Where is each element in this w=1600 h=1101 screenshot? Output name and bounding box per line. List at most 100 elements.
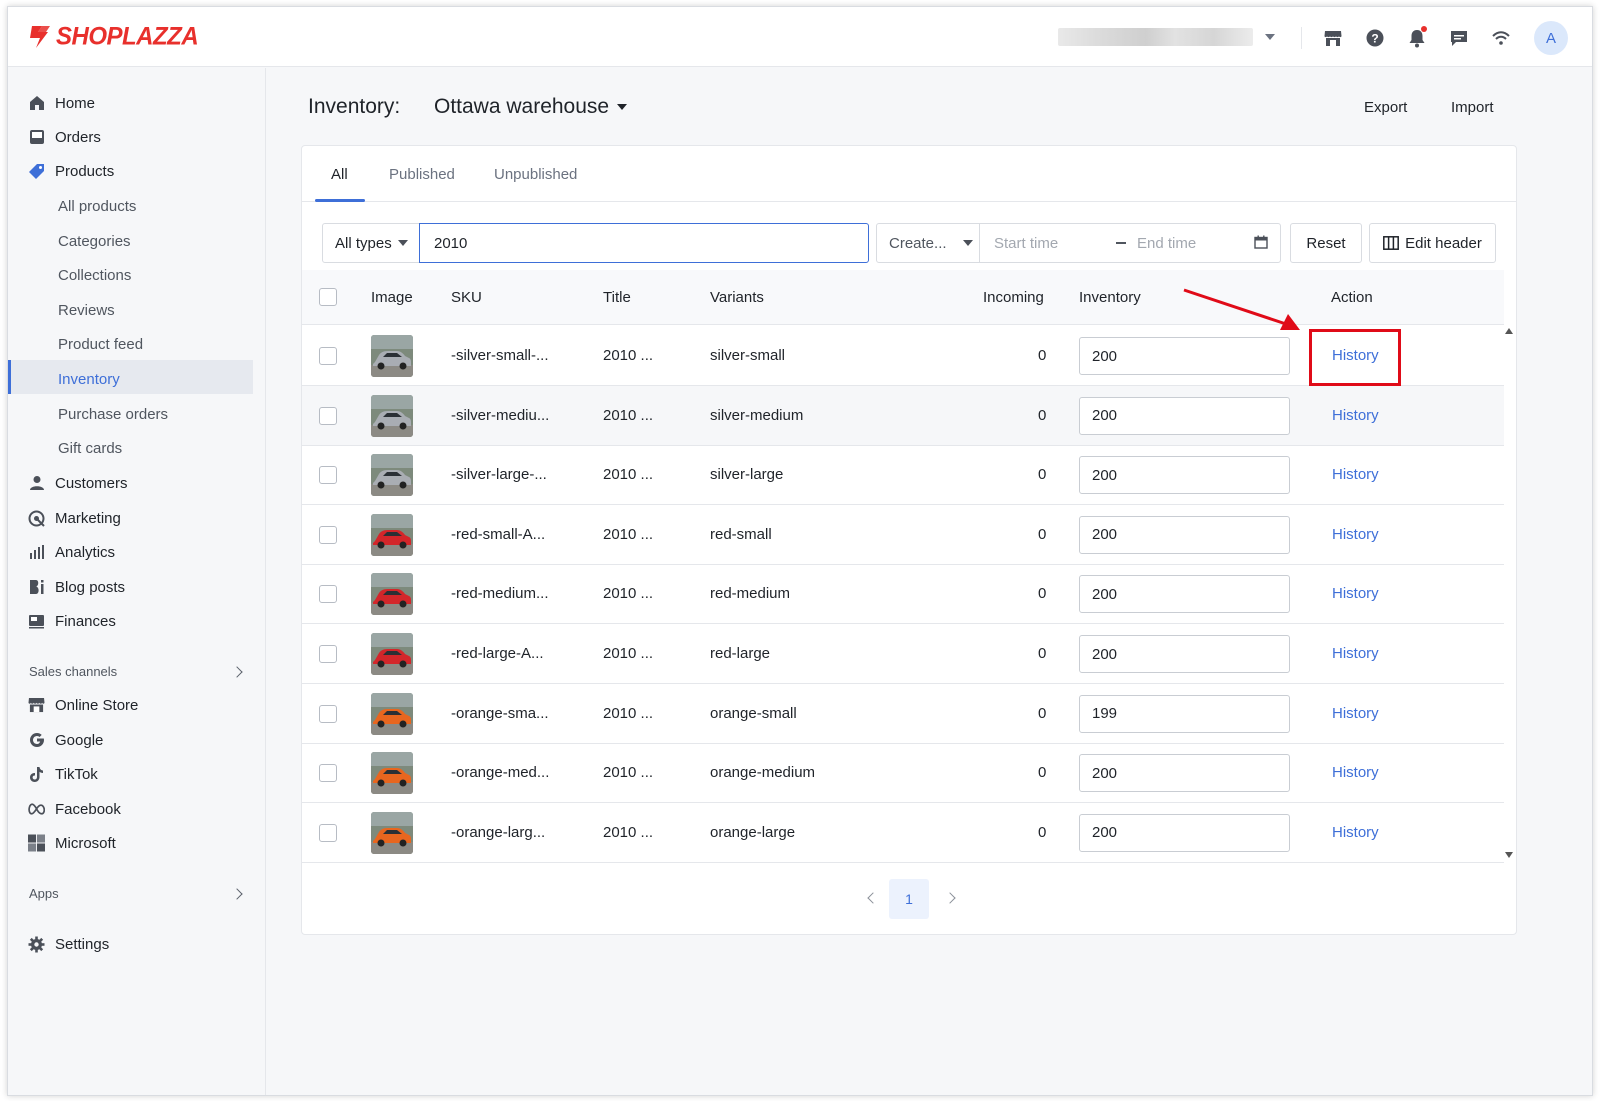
- title-cell[interactable]: 2010 ...: [603, 466, 653, 483]
- scroll-up-arrow[interactable]: [1505, 328, 1513, 334]
- edit-header-button[interactable]: Edit header: [1369, 223, 1496, 263]
- product-thumbnail[interactable]: [371, 692, 413, 735]
- product-thumbnail[interactable]: [371, 454, 413, 497]
- inventory-quantity-input[interactable]: [1079, 754, 1290, 793]
- inventory-quantity-input[interactable]: [1079, 337, 1290, 375]
- store-icon[interactable]: [1322, 27, 1344, 49]
- row-checkbox[interactable]: [319, 585, 337, 604]
- inventory-quantity-input[interactable]: [1079, 694, 1290, 733]
- title-cell[interactable]: 2010 ...: [603, 645, 653, 662]
- history-link[interactable]: History: [1332, 705, 1379, 722]
- date-range-picker[interactable]: Start time End time: [979, 223, 1281, 263]
- sidebar-item-home[interactable]: Home: [28, 91, 95, 115]
- product-thumbnail[interactable]: [371, 752, 413, 795]
- title-cell[interactable]: 2010 ...: [603, 347, 653, 364]
- row-checkbox[interactable]: [319, 823, 337, 842]
- history-link[interactable]: History: [1332, 526, 1379, 543]
- title-cell[interactable]: 2010 ...: [603, 407, 653, 424]
- inventory-quantity-input[interactable]: [1079, 396, 1290, 435]
- sidebar-item-orders[interactable]: Orders: [28, 125, 101, 149]
- title-cell[interactable]: 2010 ...: [603, 526, 653, 543]
- sidebar-subitem-categories[interactable]: Categories: [58, 229, 131, 253]
- history-link[interactable]: History: [1332, 585, 1379, 602]
- sidebar-item-products[interactable]: Products: [28, 159, 114, 183]
- sidebar-item-customers[interactable]: Customers: [28, 471, 128, 495]
- start-time-field[interactable]: Start time: [994, 235, 1058, 252]
- chevron-right-icon[interactable]: [231, 666, 243, 678]
- history-link[interactable]: History: [1332, 407, 1379, 424]
- sidebar-item-analytics[interactable]: Analytics: [28, 540, 115, 564]
- product-thumbnail[interactable]: [371, 513, 413, 556]
- search-input[interactable]: [419, 223, 869, 263]
- create-time-select[interactable]: Create...: [876, 223, 980, 263]
- sidebar-subitem-gift-cards[interactable]: Gift cards: [58, 436, 122, 460]
- row-checkbox[interactable]: [319, 347, 337, 365]
- sidebar-item-tiktok[interactable]: TikTok: [28, 762, 98, 786]
- title-cell[interactable]: 2010 ...: [603, 585, 653, 602]
- shoplazza-logo[interactable]: SHOPLAZZA: [28, 22, 199, 51]
- inventory-quantity-input[interactable]: [1079, 635, 1290, 673]
- tab-all[interactable]: All: [331, 166, 348, 183]
- chevron-left-icon[interactable]: [867, 892, 879, 904]
- apps-label[interactable]: Apps: [29, 886, 59, 901]
- sidebar-item-settings[interactable]: Settings: [28, 932, 109, 956]
- sidebar-subitem-inventory[interactable]: Inventory: [58, 367, 120, 391]
- reset-button[interactable]: Reset: [1290, 223, 1362, 263]
- row-checkbox[interactable]: [319, 645, 337, 663]
- help-icon[interactable]: ?: [1364, 27, 1386, 49]
- sidebar-subitem-collections[interactable]: Collections: [58, 263, 131, 287]
- sidebar-item-microsoft[interactable]: Microsoft: [28, 831, 116, 855]
- product-thumbnail[interactable]: [371, 394, 413, 437]
- title-cell[interactable]: 2010 ...: [603, 764, 653, 781]
- history-link[interactable]: History: [1332, 645, 1379, 662]
- bell-icon[interactable]: [1406, 26, 1428, 49]
- history-link[interactable]: History: [1332, 466, 1379, 483]
- product-thumbnail[interactable]: [371, 811, 413, 854]
- sidebar-item-google[interactable]: Google: [28, 728, 103, 752]
- product-thumbnail[interactable]: [371, 573, 413, 616]
- export-button[interactable]: Export: [1364, 99, 1407, 116]
- tab-published[interactable]: Published: [389, 166, 455, 183]
- tab-unpublished[interactable]: Unpublished: [494, 166, 577, 183]
- sidebar-item-marketing[interactable]: Marketing: [28, 506, 121, 530]
- sidebar-subitem-product-feed[interactable]: Product feed: [58, 332, 143, 356]
- row-checkbox[interactable]: [319, 406, 337, 425]
- inventory-quantity-input[interactable]: [1079, 456, 1290, 495]
- sidebar-item-online-store[interactable]: Online Store: [28, 693, 138, 717]
- avatar[interactable]: A: [1534, 21, 1568, 55]
- scroll-down-arrow[interactable]: [1505, 852, 1513, 858]
- wifi-icon[interactable]: [1490, 27, 1512, 49]
- title-cell[interactable]: 2010 ...: [603, 705, 653, 722]
- inventory-quantity-input[interactable]: [1079, 813, 1290, 852]
- sidebar-subitem-reviews[interactable]: Reviews: [58, 298, 115, 322]
- sidebar-subitem-all-products[interactable]: All products: [58, 194, 136, 218]
- row-checkbox[interactable]: [319, 704, 337, 723]
- store-icon: [28, 697, 45, 714]
- sidebar-item-finances[interactable]: Finances: [28, 609, 116, 633]
- import-button[interactable]: Import: [1451, 99, 1494, 116]
- sales-channels-label[interactable]: Sales channels: [29, 664, 117, 679]
- product-thumbnail[interactable]: [371, 633, 413, 675]
- select-all-checkbox[interactable]: [319, 288, 337, 306]
- end-time-field[interactable]: End time: [1137, 235, 1196, 252]
- row-checkbox[interactable]: [319, 466, 337, 485]
- sidebar-item-facebook[interactable]: Facebook: [28, 797, 121, 821]
- inventory-quantity-input[interactable]: [1079, 515, 1290, 554]
- type-filter-select[interactable]: All types: [322, 223, 420, 263]
- product-thumbnail[interactable]: [371, 335, 413, 377]
- sidebar-item-label: Customers: [55, 474, 128, 492]
- chevron-right-icon[interactable]: [944, 892, 956, 904]
- row-checkbox[interactable]: [319, 764, 337, 783]
- sidebar-subitem-purchase-orders[interactable]: Purchase orders: [58, 402, 168, 426]
- history-link[interactable]: History: [1332, 824, 1379, 841]
- chevron-right-icon[interactable]: [231, 888, 243, 900]
- warehouse-selector[interactable]: Ottawa warehouse: [434, 95, 628, 119]
- row-checkbox[interactable]: [319, 525, 337, 544]
- history-link[interactable]: History: [1332, 764, 1379, 781]
- sidebar-item-blog-posts[interactable]: Blog posts: [28, 575, 125, 599]
- title-cell[interactable]: 2010 ...: [603, 824, 653, 841]
- inventory-quantity-input[interactable]: [1079, 575, 1290, 614]
- store-selector[interactable]: [1058, 27, 1288, 47]
- chat-icon[interactable]: [1448, 27, 1470, 49]
- page-1-button[interactable]: 1: [889, 879, 929, 919]
